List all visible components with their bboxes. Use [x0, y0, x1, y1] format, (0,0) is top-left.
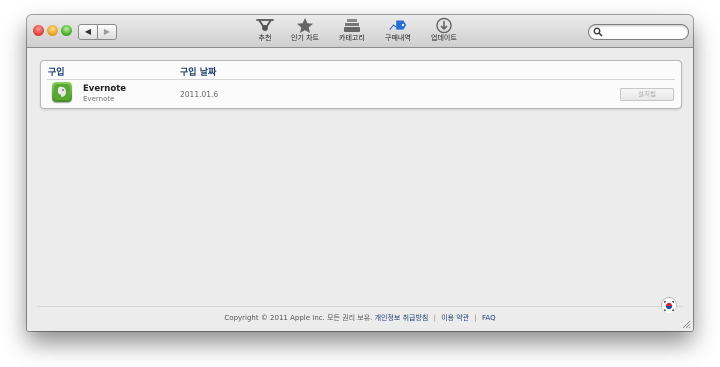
minimize-window-button[interactable]	[47, 25, 58, 36]
korea-flag-icon[interactable]	[662, 298, 676, 313]
search-field[interactable]	[588, 24, 689, 40]
tab-top-charts-label: 인기 차트	[291, 34, 319, 42]
categories-icon	[342, 17, 362, 34]
zoom-window-button[interactable]	[61, 25, 72, 36]
installed-button[interactable]: 설치됨	[620, 88, 674, 101]
featured-icon	[255, 17, 275, 34]
resize-grip-icon[interactable]	[681, 319, 691, 329]
app-developer[interactable]: Evernote	[83, 95, 114, 103]
purchases-table: 구입 구입 날짜 Evernote Evernote 2011.01.6 설치됨	[40, 60, 682, 109]
header-divider	[47, 79, 675, 80]
star-icon	[295, 17, 315, 34]
tab-updates[interactable]: 업데이트	[431, 17, 457, 47]
table-row: Evernote Evernote 2011.01.6 설치됨	[41, 81, 681, 107]
search-input[interactable]	[604, 25, 684, 39]
app-name[interactable]: Evernote	[83, 84, 126, 94]
tab-featured-label: 추천	[258, 34, 272, 42]
search-icon	[593, 27, 603, 37]
forward-button[interactable]: ▶	[98, 25, 116, 39]
column-header-purchase[interactable]: 구입	[48, 65, 65, 78]
column-header-purchase-date[interactable]: 구입 날짜	[180, 65, 216, 78]
footer-divider	[37, 306, 683, 307]
navigation-buttons: ◀ ▶	[78, 24, 117, 40]
elephant-icon	[54, 84, 70, 100]
close-window-button[interactable]	[33, 25, 44, 36]
tab-categories-label: 카테고리	[339, 34, 365, 42]
tab-purchases-label: 구매내역	[385, 34, 411, 42]
back-button[interactable]: ◀	[79, 25, 98, 39]
tab-featured[interactable]: 추천	[255, 17, 275, 47]
tab-purchases[interactable]: 구매내역	[385, 17, 411, 47]
tab-categories[interactable]: 카테고리	[339, 17, 365, 47]
tab-updates-label: 업데이트	[431, 34, 457, 42]
tab-top-charts[interactable]: 인기 차트	[291, 17, 319, 47]
footer-separator: |	[433, 314, 436, 322]
footer-separator: |	[474, 314, 477, 322]
purchases-page: 구입 구입 날짜 Evernote Evernote 2011.01.6 설치됨	[27, 48, 693, 331]
toolbar: ◀ ▶ 추천 인기 차트 카테고리 구매내역 업데이트	[27, 15, 693, 48]
app-store-window: ◀ ▶ 추천 인기 차트 카테고리 구매내역 업데이트 구입 구입 날짜 Eve…	[27, 15, 693, 331]
purchase-date: 2011.01.6	[180, 90, 219, 99]
terms-link[interactable]: 이용 약관	[441, 314, 469, 322]
faq-link[interactable]: FAQ	[482, 314, 496, 322]
evernote-app-icon[interactable]	[52, 82, 72, 102]
footer: Copyright © 2011 Apple Inc. 모든 권리 보유. 개인…	[27, 313, 693, 323]
copyright-text: Copyright © 2011 Apple Inc. 모든 권리 보유.	[224, 314, 373, 322]
privacy-policy-link[interactable]: 개인정보 취급방침	[375, 314, 429, 322]
purchases-tag-icon	[388, 17, 408, 34]
updates-icon	[434, 17, 454, 34]
